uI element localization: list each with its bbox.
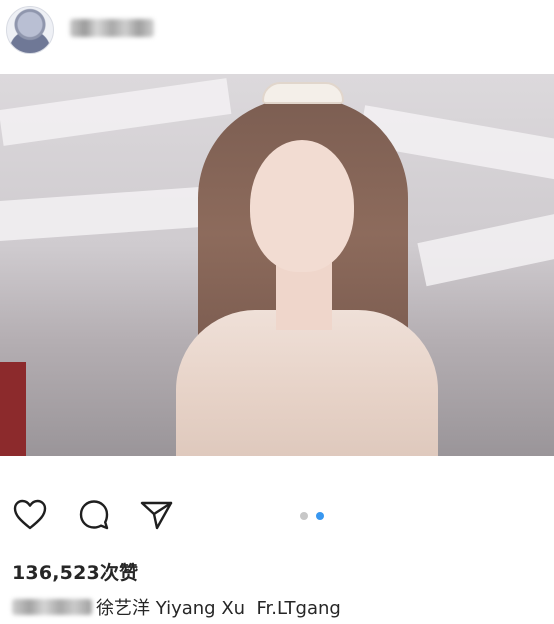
photo-crown	[262, 82, 344, 104]
avatar[interactable]	[6, 6, 54, 54]
post-photo[interactable]	[0, 74, 554, 456]
comment-bubble-icon	[79, 500, 109, 530]
caption: 徐艺洋 Yiyang Xu Fr.LTgang	[12, 593, 552, 621]
heart-outline-icon	[13, 499, 47, 530]
action-bar	[0, 495, 554, 543]
photo-background-beam	[417, 205, 554, 287]
likes-count[interactable]: 136,523次赞	[12, 558, 138, 585]
caption-username-redacted[interactable]	[12, 599, 92, 615]
photo-background-beam	[0, 78, 232, 146]
post-header	[0, 0, 554, 70]
photo-background-beam	[0, 185, 222, 243]
photo-left-figure	[0, 362, 26, 456]
like-button[interactable]	[10, 495, 50, 535]
send-paper-plane-icon	[140, 501, 173, 530]
photo-face	[250, 140, 354, 272]
share-button[interactable]	[136, 495, 176, 535]
username-redacted[interactable]	[70, 19, 154, 37]
page-dot	[300, 512, 308, 520]
comment-button[interactable]	[74, 495, 114, 535]
caption-text: 徐艺洋 Yiyang Xu Fr.LTgang	[96, 598, 341, 619]
photo-dress	[176, 310, 438, 456]
page-dot-active	[316, 512, 324, 520]
carousel-page-indicator	[300, 512, 330, 520]
